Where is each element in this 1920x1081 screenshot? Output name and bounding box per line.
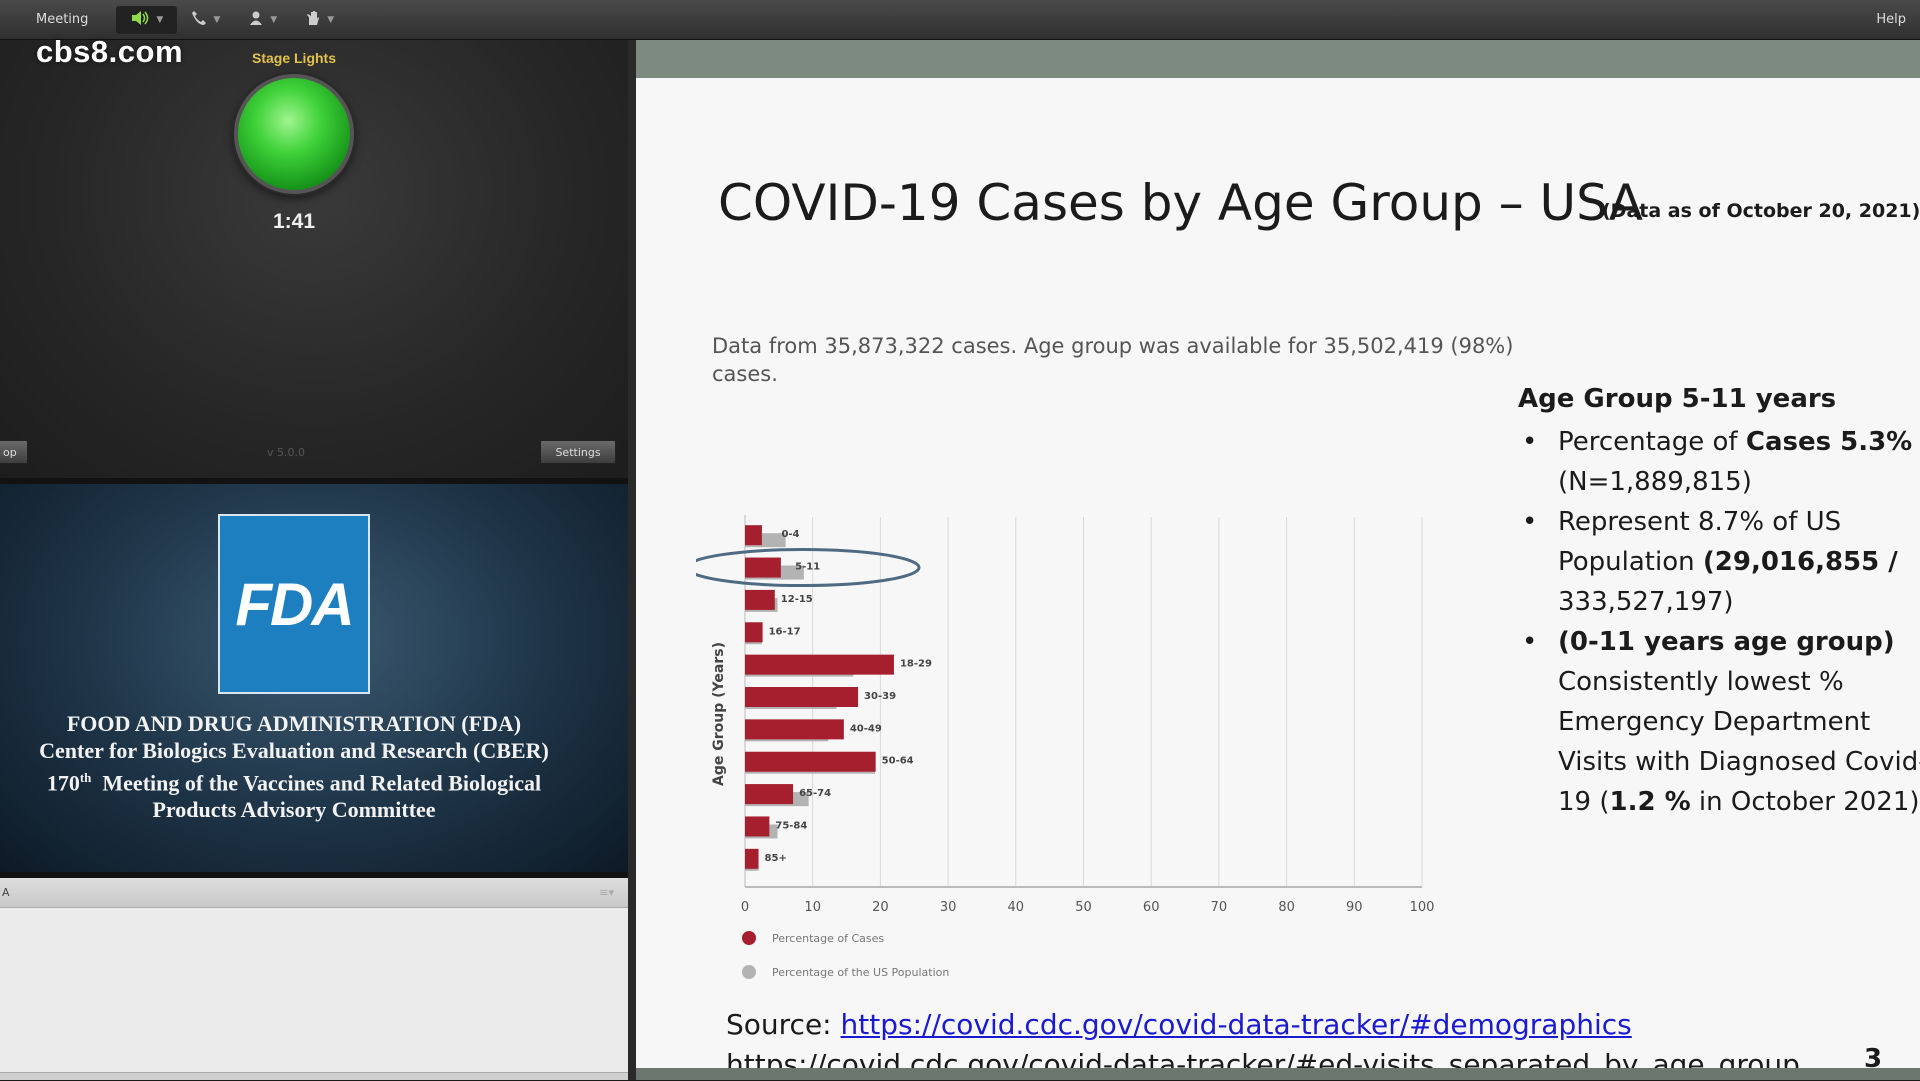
speaker-icon (130, 9, 150, 31)
x-tick-label: 70 (1211, 900, 1228, 915)
slide-subtitle: (Data as of October 20, 2021) (1602, 200, 1920, 222)
age-group-bar-chart: 0 10 20 30 40 50 60 70 80 90 100 0-4 5-11 12-15 16-17 1… (696, 515, 1435, 915)
x-tick-label: 40 (1008, 900, 1025, 915)
source-line: Source: https://covid.cdc.gov/covid-data… (726, 1008, 1632, 1041)
slide-title: COVID-19 Cases by Age Group – USA (718, 174, 1643, 232)
bar-category-label: 50-64 (882, 756, 914, 767)
x-tick-label: 100 (1410, 900, 1435, 915)
chat-panel: A ≡▾ (0, 878, 628, 1080)
key-point-1: Percentage of Cases 5.3% (N=1,889,815) (1518, 422, 1920, 502)
x-tick-label: 80 (1278, 900, 1295, 915)
bar-category-label: 65-74 (799, 788, 831, 799)
phone-icon (191, 10, 207, 30)
attendee-button[interactable]: ▼ (234, 6, 291, 34)
chevron-down-icon: ▼ (270, 14, 278, 25)
fda-line-4: Products Advisory Committee (152, 797, 436, 823)
x-tick-label: 0 (741, 900, 749, 915)
audio-button[interactable]: ▼ (116, 5, 178, 34)
fda-logo: FDA (218, 514, 370, 694)
legend-cases: Percentage of Cases (742, 931, 884, 945)
bar-category-label: 75-84 (775, 820, 807, 831)
fda-line-1: FOOD AND DRUG ADMINISTRATION (FDA) (66, 711, 522, 736)
key-point-3: (0-11 years age group) Consistently lowe… (1518, 622, 1920, 822)
bar-cases (745, 719, 844, 740)
legend-population-swatch (742, 965, 756, 979)
bar-category-label: 16-17 (769, 626, 801, 637)
channel-watermark: cbs8.com (36, 34, 184, 69)
user-icon (248, 10, 264, 30)
stage-timer: 1:41 (272, 210, 316, 233)
stage-light-indicator (234, 74, 354, 194)
x-tick-label: 60 (1143, 900, 1160, 915)
bar-cases (745, 654, 894, 675)
y-axis-label: Age Group (Years) (711, 642, 727, 786)
source-link-demographics[interactable]: https://covid.cdc.gov/covid-data-tracker… (841, 1008, 1632, 1041)
bar-category-label: 30-39 (864, 691, 896, 702)
stage-lights-panel: Stage Lights 1:41 op v 5.0.0 Settings (0, 40, 628, 478)
x-tick-label: 30 (940, 900, 957, 915)
fda-video-panel: FDA FOOD AND DRUG ADMINISTRATION (FDA) C… (0, 484, 628, 872)
bar-cases (745, 751, 876, 772)
x-tick-label: 90 (1346, 900, 1363, 915)
vertical-splitter[interactable] (628, 40, 636, 1080)
chat-header: A ≡▾ (0, 878, 628, 908)
slide-data-note: Data from 35,873,322 cases. Age group wa… (712, 334, 1514, 386)
raise-hand-button[interactable]: ▼ (291, 6, 348, 34)
legend-population: Percentage of the US Population (742, 965, 949, 979)
presentation-slide: COVID-19 Cases by Age Group – USA (Data … (636, 78, 1920, 1081)
phone-button[interactable]: ▼ (177, 6, 234, 34)
fda-line-2: Center for Biologics Evaluation and Rese… (39, 738, 549, 763)
bar-cases (745, 622, 763, 643)
bar-cases (745, 816, 770, 837)
hand-raise-icon (305, 10, 321, 30)
settings-button[interactable]: Settings (540, 440, 616, 464)
chevron-down-icon: ▼ (156, 14, 164, 25)
share-pod: COVID-19 Cases by Age Group – USA (Data … (636, 40, 1920, 1081)
version-label: v 5.0.0 (267, 446, 305, 459)
bar-cases (745, 687, 859, 707)
bar-category-label: 40-49 (850, 723, 882, 734)
bar-category-label: 5-11 (795, 562, 820, 573)
chevron-down-icon: ▼ (213, 14, 221, 25)
bar-cases (745, 848, 759, 869)
help-menu[interactable]: Help (1864, 0, 1920, 40)
fda-line-3: 170th Meeting of the Vaccines and Relate… (46, 770, 542, 796)
chevron-down-icon: ▼ (327, 14, 335, 25)
bar-cases (745, 557, 781, 578)
x-tick-label: 10 (804, 900, 821, 915)
share-pod-footer (636, 1068, 1920, 1080)
legend-cases-swatch (742, 931, 756, 945)
bar-cases (745, 589, 775, 610)
bar-cases (745, 525, 762, 546)
bar-category-label: 85+ (765, 853, 787, 864)
app-menubar: Meeting ▼ ▼ ▼ ▼ Help (0, 0, 1920, 40)
bar-category-label: 18-29 (900, 659, 932, 670)
key-points-list: Percentage of Cases 5.3% (N=1,889,815) R… (1518, 422, 1920, 822)
bar-category-label: 0-4 (781, 529, 799, 540)
key-point-2: Represent 8.7% of US Population (29,016,… (1518, 502, 1920, 622)
fda-caption: FOOD AND DRUG ADMINISTRATION (FDA) Cente… (0, 710, 608, 823)
x-tick-label: 20 (872, 900, 889, 915)
panel-options-icon[interactable]: ≡▾ (599, 886, 614, 899)
x-tick-label: 50 (1075, 900, 1092, 915)
chat-input-bar[interactable] (0, 1072, 628, 1080)
side-heading: Age Group 5-11 years (1518, 384, 1837, 414)
bar-cases (745, 784, 794, 805)
bar-category-label: 12-15 (781, 594, 813, 605)
